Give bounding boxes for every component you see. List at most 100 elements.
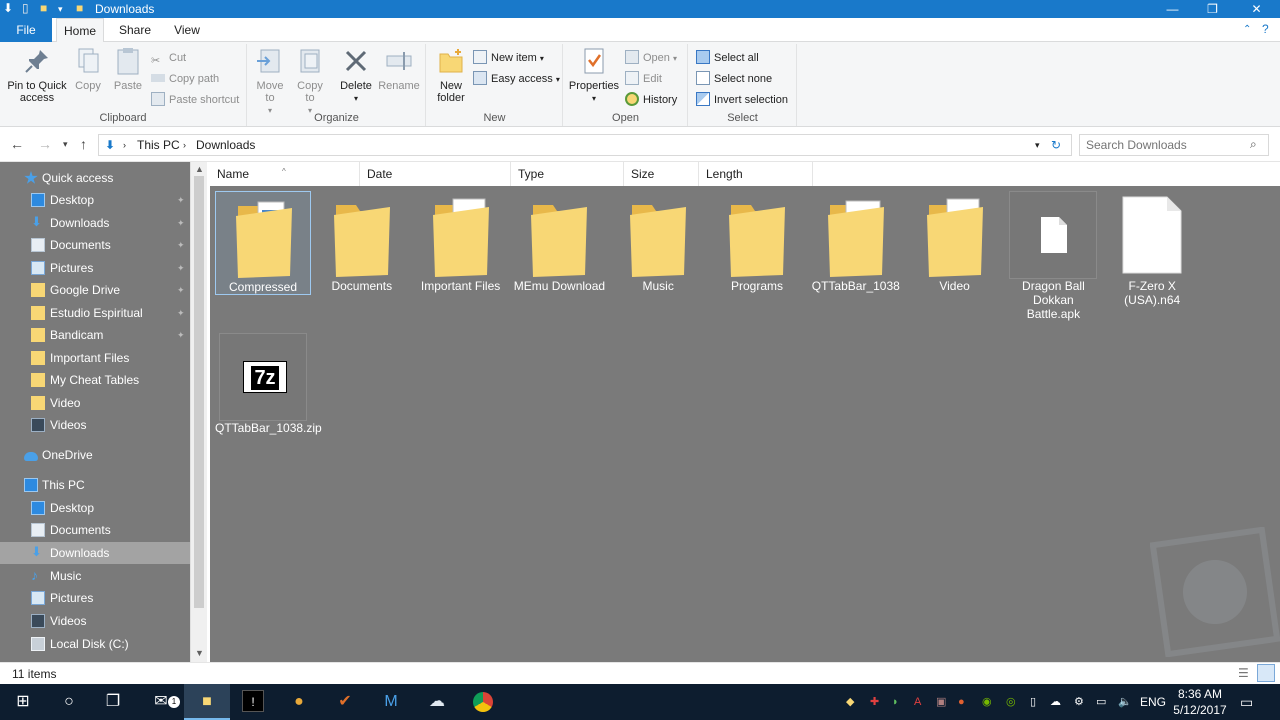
code-editor-app-icon[interactable]: M	[368, 684, 414, 720]
column-length[interactable]: Length	[699, 162, 813, 186]
nav-item[interactable]: Google Drive ✦	[0, 279, 190, 301]
paste-shortcut-button[interactable]: Paste shortcut	[151, 91, 239, 109]
easy-access-button[interactable]: Easy access ▾	[473, 70, 560, 88]
select-none-button[interactable]: Select none	[696, 70, 772, 88]
acrobat-tray-icon[interactable]: A	[914, 684, 921, 720]
nvidia-tray-icon[interactable]: ◉	[982, 684, 992, 720]
printer-tray-icon[interactable]: ▣	[936, 684, 946, 720]
file-tile[interactable]: Important Files	[413, 191, 509, 293]
up-arrow-icon[interactable]: ↑	[80, 136, 87, 152]
new-folder-button[interactable]: New folder	[433, 46, 469, 104]
antivirus-tray-icon[interactable]: ✚	[870, 684, 879, 720]
rename-button[interactable]: Rename	[378, 46, 420, 92]
nav-item[interactable]: ⬇ Downloads	[0, 542, 190, 564]
paste-button[interactable]: Paste	[108, 46, 148, 92]
tasks-app-icon[interactable]: ✔	[322, 684, 368, 720]
nav-item[interactable]: Local Disk (C:)	[0, 633, 190, 655]
file-tile[interactable]: Video	[907, 191, 1003, 293]
pin-icon[interactable]: ✦	[177, 302, 185, 324]
tab-home[interactable]: Home	[56, 18, 104, 43]
nav-item[interactable]: Pictures	[0, 587, 190, 609]
network-tray-icon[interactable]: ▭	[1096, 684, 1106, 720]
scroll-up-icon[interactable]: ▲	[195, 164, 204, 174]
refresh-icon[interactable]: ↻	[1051, 138, 1061, 152]
nav-item[interactable]: Videos	[0, 610, 190, 632]
pin-icon[interactable]: ✦	[177, 324, 185, 346]
nav-item[interactable]: My Cheat Tables	[0, 369, 190, 391]
nav-item[interactable]: Important Files	[0, 347, 190, 369]
ribbon-collapse-icon[interactable]: ⌃	[1243, 24, 1251, 35]
tab-share[interactable]: Share	[112, 18, 158, 42]
file-tile[interactable]: Dragon Ball Dokkan Battle.apk	[1005, 191, 1101, 321]
minimize-button[interactable]: —	[1150, 0, 1195, 18]
copy-button[interactable]: Copy	[70, 46, 106, 92]
recent-locations-icon[interactable]: ▾	[63, 139, 68, 150]
chevron-right-icon[interactable]: ›	[123, 140, 126, 150]
pin-icon[interactable]: ✦	[177, 234, 185, 256]
action-center-icon[interactable]: ▭	[1240, 684, 1253, 720]
tab-view[interactable]: View	[166, 18, 208, 42]
nav-item[interactable]: ♪ Music	[0, 565, 190, 587]
language-indicator[interactable]: ENG	[1140, 684, 1166, 720]
nav-item[interactable]: Video	[0, 392, 190, 414]
qa-dropdown-icon[interactable]: ▾	[58, 4, 63, 15]
task-view-icon[interactable]: ❐	[90, 684, 136, 720]
select-all-button[interactable]: Select all	[696, 49, 759, 67]
usb-tray-icon[interactable]: ▯	[1030, 684, 1036, 720]
path-box[interactable]: ⬇ › This PC › Downloads ▾ ↻	[98, 134, 1072, 156]
cortana-icon[interactable]: ○	[46, 684, 92, 720]
column-date[interactable]: Date	[360, 162, 511, 186]
pin-quick-access-button[interactable]: Pin to Quick access	[4, 46, 70, 104]
column-size[interactable]: Size	[624, 162, 699, 186]
nav-item[interactable]: ⬇ Downloads ✦	[0, 212, 190, 234]
nav-item[interactable]: Desktop ✦	[0, 189, 190, 211]
volume-tray-icon[interactable]: 🔈	[1118, 684, 1132, 720]
nav-item[interactable]: Documents ✦	[0, 234, 190, 256]
scroll-down-icon[interactable]: ▼	[195, 648, 204, 658]
mail-app-icon[interactable]: ✉ 1	[138, 684, 184, 720]
terminal-app-icon[interactable]: !	[230, 684, 276, 720]
file-explorer-taskbar-icon[interactable]: ■	[184, 684, 230, 720]
clock[interactable]: 8:36 AM 5/12/2017	[1168, 686, 1232, 718]
search-input[interactable]	[1080, 135, 1240, 155]
properties-button[interactable]: Properties ▾	[568, 46, 620, 105]
breadcrumb-this-pc[interactable]: This PC	[137, 138, 180, 152]
file-tile[interactable]: 7z QTTabBar_1038.zip	[215, 333, 322, 435]
edit-button[interactable]: Edit	[625, 70, 662, 88]
invert-selection-button[interactable]: Invert selection	[696, 91, 788, 109]
column-name[interactable]: ^ Name	[210, 162, 360, 186]
maximize-button[interactable]: ❐	[1190, 0, 1235, 18]
nav-item[interactable]: Estudio Espiritual ✦	[0, 302, 190, 324]
close-button[interactable]: ✕	[1234, 0, 1279, 18]
search-icon[interactable]: ⌕	[1250, 137, 1257, 152]
details-view-icon[interactable]: ☰	[1238, 666, 1249, 680]
steam-tray-icon[interactable]: ⚙	[1074, 684, 1084, 720]
delete-button[interactable]: Delete ▾	[338, 46, 374, 105]
nav-item[interactable]: Bandicam ✦	[0, 324, 190, 346]
recorder-tray-icon[interactable]: ●	[958, 684, 965, 720]
security-tray-icon[interactable]: ◆	[846, 684, 854, 720]
file-tile[interactable]: Compressed	[215, 191, 311, 295]
file-tile[interactable]: Documents	[314, 191, 410, 293]
copy-path-button[interactable]: Copy path	[151, 70, 219, 88]
game-app-icon[interactable]: ●	[276, 684, 322, 720]
nav-pane-scrollbar[interactable]: ▲ ▼	[190, 162, 207, 662]
nav-item[interactable]: Pictures ✦	[0, 257, 190, 279]
copy-to-button[interactable]: Copy to ▾	[294, 46, 326, 117]
history-button[interactable]: History	[625, 91, 677, 109]
new-item-button[interactable]: New item ▾	[473, 49, 544, 67]
start-windows-icon[interactable]: ⊞	[0, 684, 46, 720]
nav-item[interactable]: This PC	[0, 474, 190, 496]
file-tile[interactable]: F-Zero X (USA).n64	[1104, 191, 1200, 307]
app-tray-icon[interactable]: ◗	[892, 684, 899, 720]
move-to-button[interactable]: Move to ▾	[254, 46, 286, 117]
back-arrow-icon[interactable]: ←	[10, 136, 24, 152]
file-tile[interactable]: MEmu Download	[511, 191, 607, 293]
chevron-right-icon[interactable]: ›	[183, 140, 186, 150]
tab-file[interactable]: File	[0, 18, 52, 42]
paint-app-icon[interactable]: ☁	[414, 684, 460, 720]
nav-item[interactable]: Desktop	[0, 497, 190, 519]
nav-item[interactable]: Videos	[0, 414, 190, 436]
file-tile[interactable]: QTTabBar_1038	[808, 191, 904, 293]
nav-item[interactable]: OneDrive	[0, 444, 190, 466]
